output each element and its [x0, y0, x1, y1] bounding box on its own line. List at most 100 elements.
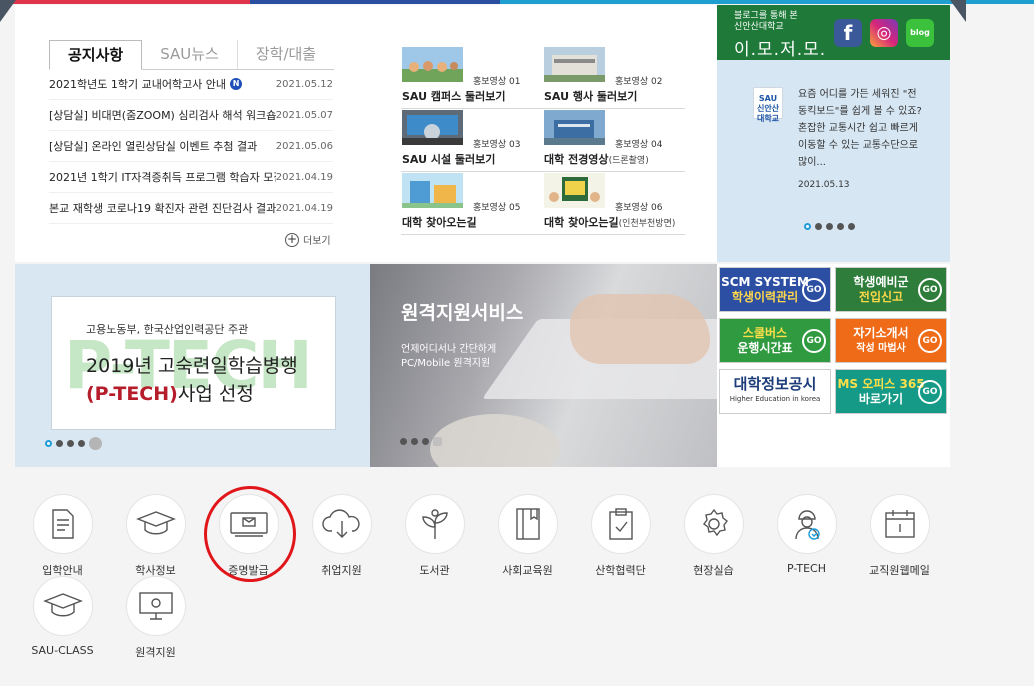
quick-sublabel: 운행시간표	[737, 340, 793, 355]
video-thumbnail[interactable]	[402, 47, 463, 82]
video-thumbnail[interactable]	[402, 173, 463, 208]
more-link[interactable]: + 더보기	[285, 232, 331, 247]
video-title[interactable]: SAU 행사 둘러보기	[544, 88, 637, 104]
tab-sau-news[interactable]: SAU뉴스	[142, 40, 237, 70]
quick-sublabel: 바로가기	[858, 391, 904, 406]
calendar-icon	[869, 494, 930, 554]
cloud-download-icon	[311, 494, 372, 554]
ms-office-button[interactable]: MS 오피스 365 바로가기 GO	[835, 369, 947, 414]
monitor-gear-icon	[125, 576, 186, 636]
video-thumbnail[interactable]	[544, 47, 605, 82]
graduation-cap-icon	[125, 494, 186, 554]
shortcut-academic[interactable]: 학사정보	[109, 494, 202, 578]
shortcut-remote-support[interactable]: 원격지원	[109, 576, 202, 660]
notice-title[interactable]: 본교 재학생 코로나19 확진자 관련 진단검사 결과 안내	[49, 200, 276, 216]
list-item[interactable]: 본교 재학생 코로나19 확진자 관련 진단검사 결과 안내 2021.04.1…	[49, 193, 333, 224]
go-icon: GO	[802, 329, 826, 353]
pagination-dot[interactable]	[67, 440, 74, 447]
video-title[interactable]: SAU 캠퍼스 둘러보기	[402, 88, 506, 104]
notice-date: 2021.04.19	[275, 171, 333, 183]
notice-list: 2021학년도 1학기 교내어학고사 안내 N 2021.05.12 [상담실] …	[49, 69, 333, 224]
tab-notice[interactable]: 공지사항	[49, 40, 143, 70]
shortcut-employment[interactable]: 취업지원	[295, 494, 388, 578]
ptech-title-line2: (P-TECH)사업 선정	[86, 383, 254, 405]
pagination-dot[interactable]	[804, 223, 811, 230]
pagination-dot[interactable]	[56, 440, 63, 447]
shortcut-library[interactable]: 도서관	[388, 494, 481, 578]
pagination-dot[interactable]	[78, 440, 85, 447]
list-item[interactable]: 2021년 1학기 IT자격증취득 프로그램 학습자 모집… 2021.04.1…	[49, 162, 333, 193]
list-item[interactable]: 2021학년도 1학기 교내어학고사 안내 N 2021.05.12	[49, 69, 333, 100]
quick-sublabel: 학생이력관리	[731, 289, 799, 304]
self-intro-button[interactable]: 자기소개서 작성 마법사 GO	[835, 318, 947, 363]
notice-title[interactable]: 2021년 1학기 IT자격증취득 프로그램 학습자 모집…	[49, 169, 276, 185]
more-label: 더보기	[303, 236, 331, 247]
tab-scholarship[interactable]: 장학/대출	[236, 40, 335, 70]
quick-sublabel: 전입신고	[858, 289, 904, 304]
video-title[interactable]: 대학 찾아오는길(인천부천방면)	[544, 214, 675, 230]
engineer-icon	[776, 494, 837, 554]
quick-label: 대학정보공시	[733, 374, 817, 393]
shortcut-continuing-education[interactable]: 사회교육원	[481, 494, 574, 578]
shortcut-staff-webmail[interactable]: 교직원웹메일	[853, 494, 946, 578]
shortcut-industry-cooperation[interactable]: 산학협력단	[574, 494, 667, 578]
scm-system-button[interactable]: SCM SYSTEM 학생이력관리 GO	[719, 267, 831, 312]
list-item[interactable]: [상담실] 온라인 열린상담실 이벤트 추첨 결과 2021.05.06	[49, 131, 333, 162]
video-item[interactable]: 홍보영상 02 SAU 행사 둘러보기	[543, 46, 685, 109]
shortcut-field-practice[interactable]: 현장실습	[667, 494, 760, 578]
video-item[interactable]: 홍보영상 06 대학 찾아오는길(인천부천방면)	[543, 172, 685, 235]
video-number: 홍보영상 04	[615, 140, 663, 150]
shortcut-sau-class[interactable]: SAU-CLASS	[16, 576, 109, 657]
video-item[interactable]: 홍보영상 01 SAU 캠퍼스 둘러보기	[401, 46, 543, 109]
quick-label: 스쿨버스	[742, 325, 788, 340]
sns-banner[interactable]: 블로그를 통해 본 신안산대학교 이.모.저.모. f ◎ blog	[717, 5, 950, 60]
ptech-banner[interactable]: P-TECH 고용노동부, 한국산업인력공단 주관 2019년 고숙련일학습병행…	[15, 264, 370, 467]
go-icon: GO	[918, 380, 942, 404]
video-number: 홍보영상 02	[615, 77, 663, 87]
video-item[interactable]: 홍보영상 04 대학 전경영상(드론촬영)	[543, 109, 685, 172]
notice-title[interactable]: 2021학년도 1학기 교내어학고사 안내	[49, 76, 226, 92]
sns-title: 이.모.저.모.	[734, 40, 827, 60]
pagination-dot[interactable]	[837, 223, 844, 230]
story-text[interactable]: 요즘 어디를 가든 세워진 "전동킥보드"를 쉽게 볼 수 있죠? 혼잡한 교통…	[798, 86, 923, 171]
pagination-dot[interactable]	[45, 440, 52, 447]
reserve-forces-button[interactable]: 학생예비군 전입신고 GO	[835, 267, 947, 312]
hand-illustration	[570, 294, 710, 364]
quick-sublabel: Higher Education in korea	[729, 394, 821, 403]
blog-icon[interactable]: blog	[906, 19, 934, 47]
univ-info-disclosure-button[interactable]: 대학정보공시 Higher Education in korea	[719, 369, 831, 414]
notice-date: 2021.05.06	[275, 140, 333, 152]
pagination-dot[interactable]	[815, 223, 822, 230]
sprout-icon	[404, 494, 465, 554]
video-item[interactable]: 홍보영상 05 대학 찾아오는길	[401, 172, 543, 235]
pagination-dot[interactable]	[411, 438, 418, 445]
school-bus-button[interactable]: 스쿨버스 운행시간표 GO	[719, 318, 831, 363]
remote-support-banner[interactable]: 원격지원서비스 언제어디서나 간단하게 PC/Mobile 원격지원	[370, 264, 717, 467]
pagination-dot[interactable]	[400, 438, 407, 445]
list-item[interactable]: [상담실] 비대면(줌ZOOM) 심리검사 해석 워크숍 2021.05.07	[49, 100, 333, 131]
video-item[interactable]: 홍보영상 03 SAU 시설 둘러보기	[401, 109, 543, 172]
video-thumbnail[interactable]	[544, 173, 605, 208]
video-thumbnail[interactable]	[544, 110, 605, 145]
shortcut-admission[interactable]: 입학안내	[16, 494, 109, 578]
quick-links: SCM SYSTEM 학생이력관리 GO 학생예비군 전입신고 GO 스쿨버스 운행시간표…	[717, 264, 950, 467]
pagination-dot[interactable]	[848, 223, 855, 230]
video-number: 홍보영상 05	[473, 203, 521, 213]
notice-title[interactable]: [상담실] 비대면(줌ZOOM) 심리검사 해석 워크숍	[49, 107, 276, 123]
shortcut-ptech[interactable]: P-TECH	[760, 494, 853, 575]
notice-panel: 공지사항 SAU뉴스 장학/대출 2021학년도 1학기 교내어학고사 안내 N …	[15, 5, 370, 262]
video-title[interactable]: 대학 찾아오는길	[402, 214, 477, 230]
facebook-icon[interactable]: f	[834, 19, 862, 47]
video-thumbnail[interactable]	[402, 110, 463, 145]
remote-title: 원격지원서비스	[401, 302, 524, 324]
pagination-dot[interactable]	[422, 438, 429, 445]
university-logo: SAU 신안산대학교	[753, 87, 783, 123]
notice-title[interactable]: [상담실] 온라인 열린상담실 이벤트 추첨 결과	[49, 138, 257, 154]
pause-icon[interactable]	[89, 437, 102, 450]
corner-decoration-right	[950, 0, 966, 22]
pagination-dot[interactable]	[826, 223, 833, 230]
video-title[interactable]: 대학 전경영상(드론촬영)	[544, 151, 649, 167]
instagram-icon[interactable]: ◎	[870, 19, 898, 47]
pause-icon[interactable]	[433, 437, 442, 446]
video-title[interactable]: SAU 시설 둘러보기	[402, 151, 495, 167]
